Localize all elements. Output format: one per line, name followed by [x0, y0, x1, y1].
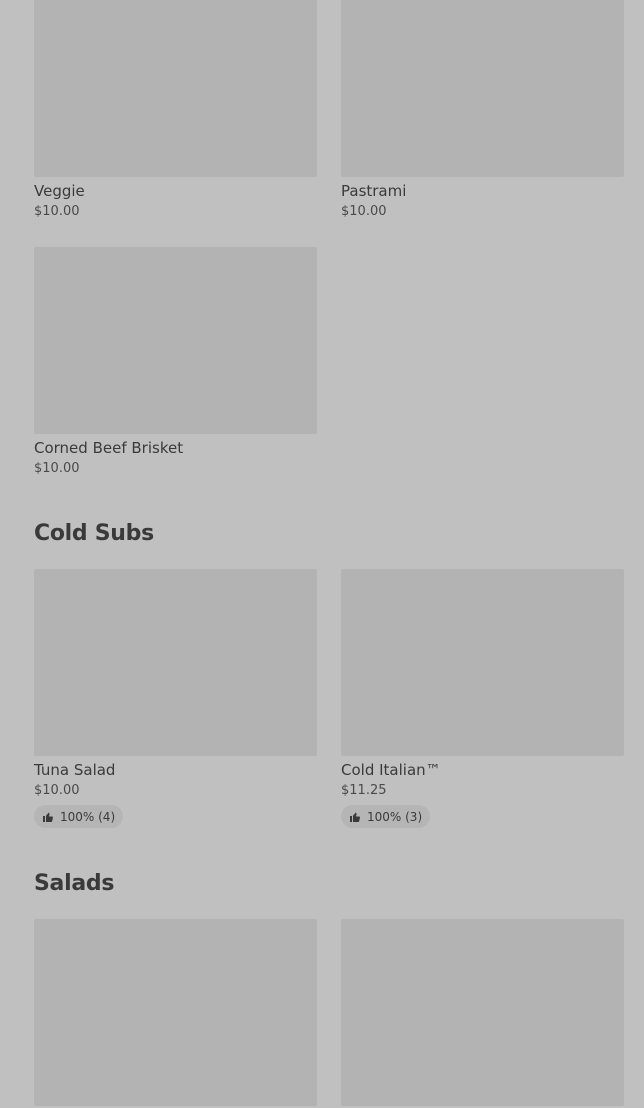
menu-item-name: Tuna Salad [34, 761, 116, 779]
menu-item-card[interactable] [341, 919, 624, 1106]
thumbs-up-icon [42, 811, 54, 823]
rating-badge: 100% (3) [341, 805, 431, 828]
menu-item-image[interactable] [34, 247, 317, 434]
rating-text: 100% (4) [60, 809, 116, 824]
menu-item-image[interactable] [341, 919, 624, 1106]
menu-item-name: Veggie [34, 182, 85, 200]
menu-item-name: Corned Beef Brisket [34, 439, 184, 457]
section-title-cold-subs: Cold Subs [34, 521, 154, 546]
menu-item-card[interactable]: Pastrami $10.00 [341, 0, 624, 220]
menu-item-image[interactable] [341, 569, 624, 756]
thumbs-up-icon [349, 811, 361, 823]
menu-item-price: $10.00 [34, 783, 80, 798]
menu-item-name: Pastrami [341, 182, 407, 200]
menu-item-image[interactable] [341, 0, 624, 177]
menu-item-card[interactable] [34, 919, 317, 1106]
menu-item-name: Cold Italian™ [341, 761, 441, 779]
menu-item-price: $11.25 [341, 783, 387, 798]
rating-badge: 100% (4) [34, 805, 124, 828]
menu-item-image[interactable] [34, 919, 317, 1106]
menu-item-card[interactable]: Corned Beef Brisket $10.00 [34, 247, 317, 477]
menu-item-price: $10.00 [34, 204, 80, 219]
menu-item-card[interactable]: Cold Italian™ $11.25 100% (3) [341, 569, 624, 828]
menu-item-card[interactable]: Veggie $10.00 [34, 0, 317, 220]
menu-item-image[interactable] [34, 569, 317, 756]
menu-item-card[interactable]: Tuna Salad $10.00 100% (4) [34, 569, 317, 828]
menu-item-image[interactable] [34, 0, 317, 177]
menu-item-price: $10.00 [34, 461, 80, 476]
rating-text: 100% (3) [367, 809, 423, 824]
menu-item-price: $10.00 [341, 204, 387, 219]
section-title-salads: Salads [34, 871, 115, 896]
